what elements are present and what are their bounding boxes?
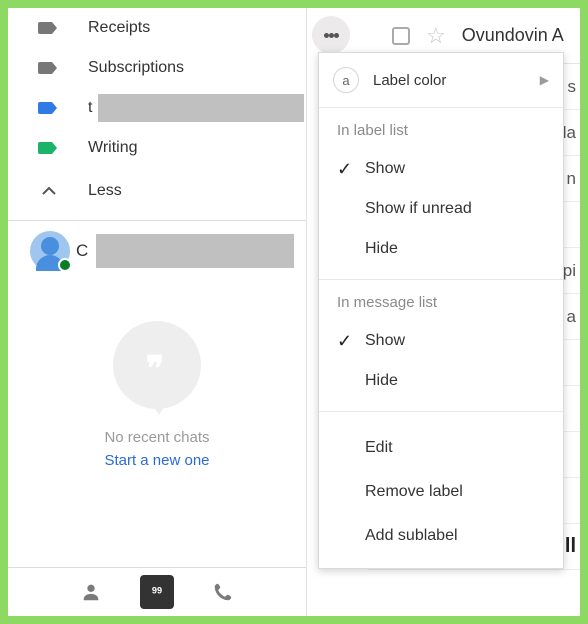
hangouts-empty: ❞ No recent chats Start a new one [8,281,306,469]
menu-label: Hide [365,240,398,258]
menu-item-label-color[interactable]: a Label color ▶ [319,53,563,108]
label-text: Receipts [88,19,306,37]
menu-label: Label color [373,72,446,89]
menu-section-actions: Edit Remove label Add sublabel [319,412,563,568]
start-new-chat-link[interactable]: Start a new one [8,452,306,469]
label-tag-icon [38,140,60,156]
redacted-text [96,234,294,268]
phone-icon[interactable] [208,577,238,607]
label-tag-icon [38,20,60,36]
menu-section-label-list: In label list ✓ Show Show if unread Hide [319,108,563,280]
hangouts-bottom-bar: 99 [8,568,306,616]
menu-item-add-sublabel[interactable]: Add sublabel [319,514,563,558]
menu-item-msg-show[interactable]: ✓ Show [319,321,563,361]
left-sidebar: Receipts Subscriptions t Writing [8,8,306,616]
label-text: Subscriptions [88,59,306,77]
menu-item-msg-hide[interactable]: Hide [319,361,563,401]
select-checkbox[interactable] [392,27,410,45]
less-label: Less [88,182,122,200]
sidebar-label-writing[interactable]: Writing [8,128,306,168]
label-text: Writing [88,139,306,157]
menu-label: Show [365,160,405,178]
menu-label: Show if unread [365,200,472,218]
chevron-right-icon: ▶ [540,73,549,87]
sidebar-label-subscriptions[interactable]: Subscriptions [8,48,306,88]
pane-divider [306,8,307,616]
presence-online-icon [58,258,72,272]
check-icon: ✓ [337,159,365,180]
label-options-button[interactable] [312,16,350,54]
sidebar-less-toggle[interactable]: Less [8,168,306,214]
menu-label: Edit [365,439,393,457]
chevron-up-icon [38,183,60,199]
chat-user-row[interactable]: C [8,221,306,281]
avatar [30,231,70,271]
label-text: t [88,99,98,117]
sidebar-label-redacted[interactable]: t [8,88,306,128]
mail-sender[interactable]: Ovundovin A [462,25,564,46]
menu-item-show-if-unread[interactable]: Show if unread [319,189,563,229]
menu-label: Hide [365,372,398,390]
menu-item-show[interactable]: ✓ Show [319,149,563,189]
hangouts-tab-icon[interactable]: 99 [140,575,174,609]
contacts-icon[interactable] [76,577,106,607]
label-color-swatch-icon: a [333,67,359,93]
no-recent-chats-text: No recent chats [8,429,306,446]
sidebar-label-receipts[interactable]: Receipts [8,8,306,48]
redacted-text [98,94,304,122]
menu-label: Add sublabel [365,527,458,545]
menu-item-hide[interactable]: Hide [319,229,563,269]
hangouts-icon: ❞ [113,321,201,409]
menu-item-edit[interactable]: Edit [319,426,563,470]
label-tag-icon [38,100,60,116]
label-tag-icon [38,60,60,76]
check-icon: ✓ [337,331,365,352]
menu-item-remove-label[interactable]: Remove label [319,470,563,514]
menu-label: Remove label [365,483,463,501]
app-frame: ☆ Ovundovin A s la n pi a ill Receipts S… [0,0,588,624]
menu-heading: In label list [319,122,563,149]
label-options-menu: a Label color ▶ In label list ✓ Show Sho… [318,52,564,569]
menu-heading: In message list [319,294,563,321]
chat-user-initial: C [76,241,88,261]
menu-label: Show [365,332,405,350]
menu-section-message-list: In message list ✓ Show Hide [319,280,563,412]
svg-text:99: 99 [152,586,162,596]
star-icon[interactable]: ☆ [426,23,446,49]
